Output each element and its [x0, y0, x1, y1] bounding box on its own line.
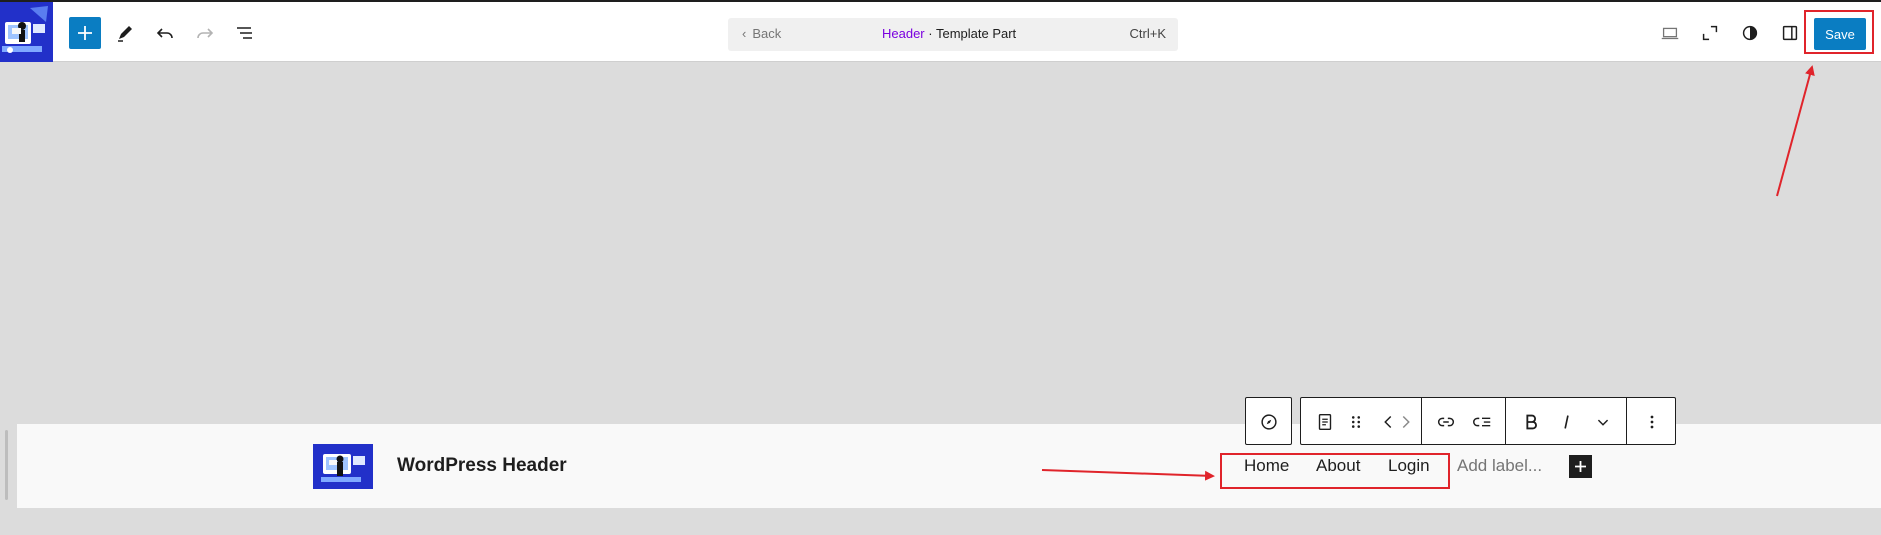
drag-handle-icon: [1351, 416, 1361, 428]
document-title-type: Template Part: [935, 26, 1017, 41]
bold-icon: [1526, 414, 1537, 430]
italic-button[interactable]: [1554, 409, 1580, 435]
select-parent-button[interactable]: [1256, 409, 1282, 435]
nav-add-item-button[interactable]: [1569, 455, 1592, 478]
italic-icon: [1564, 415, 1569, 429]
undo-icon: [156, 28, 173, 39]
annotation-box-save: [1804, 10, 1874, 54]
redo-button[interactable]: [189, 17, 221, 49]
block-toolbar: [1300, 397, 1676, 445]
pencil-icon: [118, 26, 132, 42]
add-submenu-button[interactable]: [1469, 409, 1495, 435]
chevron-down-icon: [1597, 419, 1609, 426]
command-palette-bar[interactable]: ‹ Back Header · Template Part Ctrl+K: [728, 18, 1178, 51]
block-type-button[interactable]: [1312, 409, 1338, 435]
compass-icon: [1261, 414, 1277, 430]
laptop-icon: [1661, 27, 1679, 40]
sidebar-icon: [1782, 25, 1798, 41]
link-button[interactable]: [1433, 409, 1459, 435]
block-options-button[interactable]: [1639, 409, 1665, 435]
header-site-logo[interactable]: [313, 444, 373, 489]
nav-add-label-input[interactable]: Add label...: [1457, 456, 1542, 476]
fullscreen-button[interactable]: [1695, 17, 1725, 49]
canvas-resize-handle[interactable]: [5, 430, 8, 500]
editor-top-toolbar: ‹ Back Header · Template Part Ctrl+K Sav…: [0, 0, 1881, 62]
tools-button[interactable]: [109, 17, 141, 49]
expand-icon: [1702, 25, 1718, 41]
undo-button[interactable]: [149, 17, 181, 49]
styles-button[interactable]: [1735, 17, 1765, 49]
redo-icon: [197, 28, 214, 39]
chevron-right-icon: [1402, 415, 1410, 429]
drag-handle[interactable]: [1343, 409, 1369, 435]
title-separator: ·: [924, 26, 936, 41]
bold-button[interactable]: [1518, 409, 1544, 435]
list-view-icon: [237, 27, 252, 39]
annotation-arrow-save: [1776, 65, 1815, 197]
toolbar-divider: [1626, 398, 1627, 444]
site-icon-logo[interactable]: [0, 2, 53, 62]
page-icon: [1318, 413, 1332, 431]
document-overview-button[interactable]: [229, 17, 261, 49]
move-right-button[interactable]: [1393, 409, 1419, 435]
site-title[interactable]: WordPress Header: [397, 455, 567, 477]
back-button[interactable]: ‹ Back: [742, 26, 781, 41]
plus-icon: [1575, 461, 1586, 472]
toolbar-divider: [1421, 398, 1422, 444]
device-preview-button[interactable]: [1655, 17, 1685, 49]
annotation-box-nav: [1220, 453, 1450, 489]
link-icon: [1437, 417, 1455, 427]
more-formatting-button[interactable]: [1590, 409, 1616, 435]
more-vertical-icon: [1650, 415, 1654, 429]
plus-icon: [78, 26, 92, 40]
document-title-name: Header: [882, 26, 925, 41]
settings-sidebar-button[interactable]: [1775, 17, 1805, 49]
document-title: Header · Template Part: [882, 26, 1016, 41]
block-toolbar-parent-group: [1245, 397, 1292, 445]
submenu-icon: [1473, 417, 1491, 427]
contrast-icon: [1742, 25, 1758, 41]
block-inserter-button[interactable]: [69, 17, 101, 49]
chevron-left-icon: ‹: [742, 26, 747, 41]
toolbar-divider: [1505, 398, 1506, 444]
keyboard-shortcut: Ctrl+K: [1129, 26, 1166, 41]
